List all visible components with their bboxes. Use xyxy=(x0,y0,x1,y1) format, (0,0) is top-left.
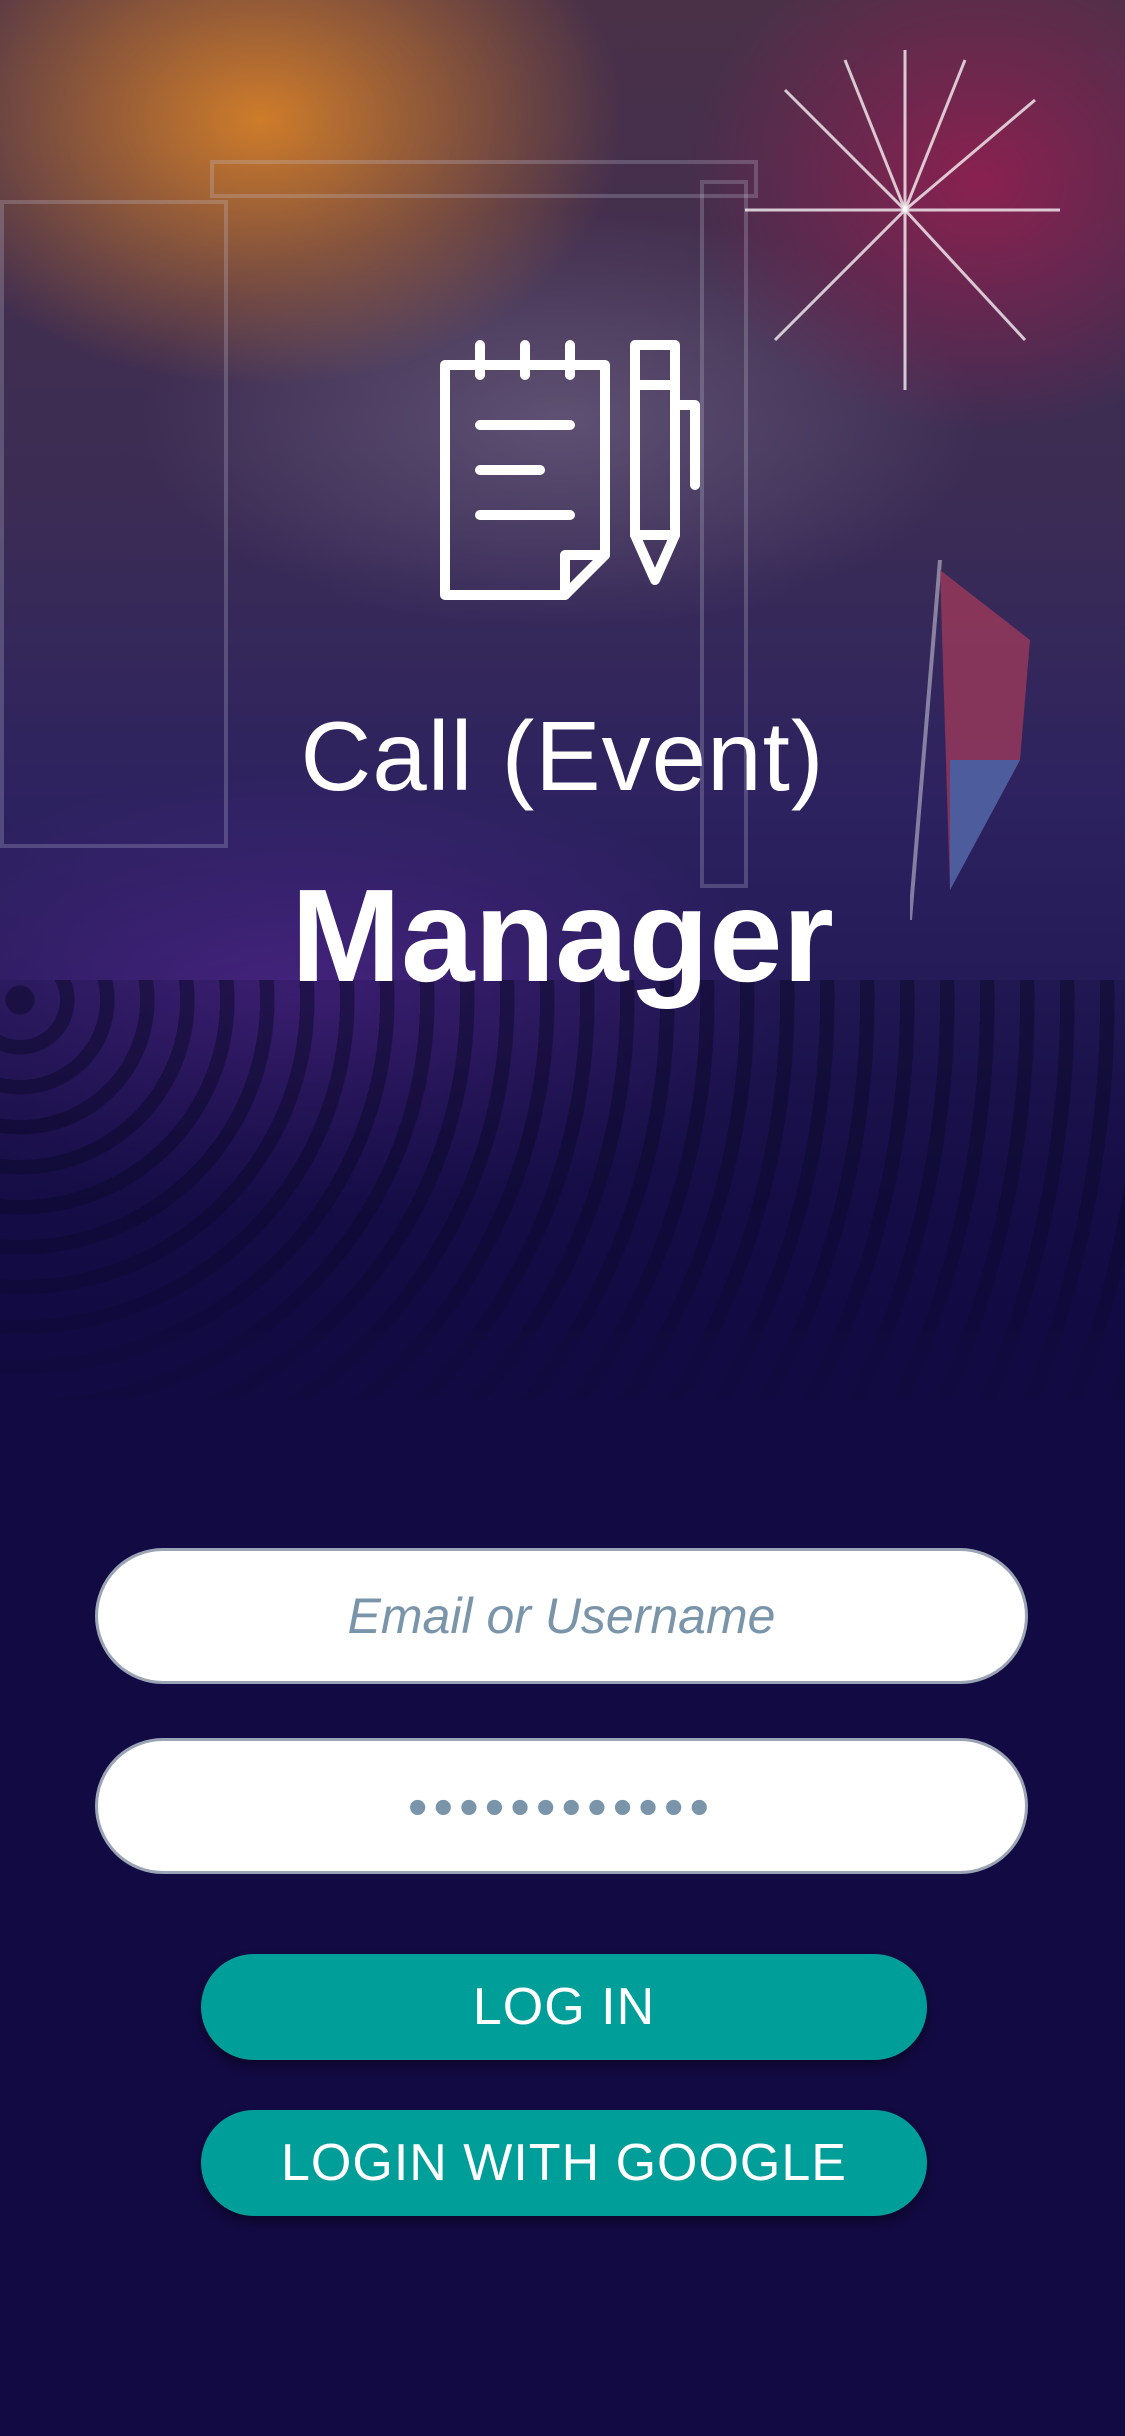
email-field[interactable] xyxy=(95,1548,1028,1684)
login-with-google-button[interactable]: LOGIN WITH GOOGLE xyxy=(201,2110,927,2216)
password-field[interactable] xyxy=(95,1738,1028,1874)
app-title-line2: Manager xyxy=(291,862,834,1009)
password-input[interactable] xyxy=(98,1772,1025,1840)
app-title-line1: Call (Event) xyxy=(300,701,825,811)
login-button[interactable]: LOG IN xyxy=(201,1954,927,2060)
email-input[interactable] xyxy=(98,1586,1025,1646)
notepad-and-pen-icon xyxy=(440,340,700,600)
firework-graphic xyxy=(745,50,1060,390)
stage-truss-top xyxy=(210,160,758,198)
